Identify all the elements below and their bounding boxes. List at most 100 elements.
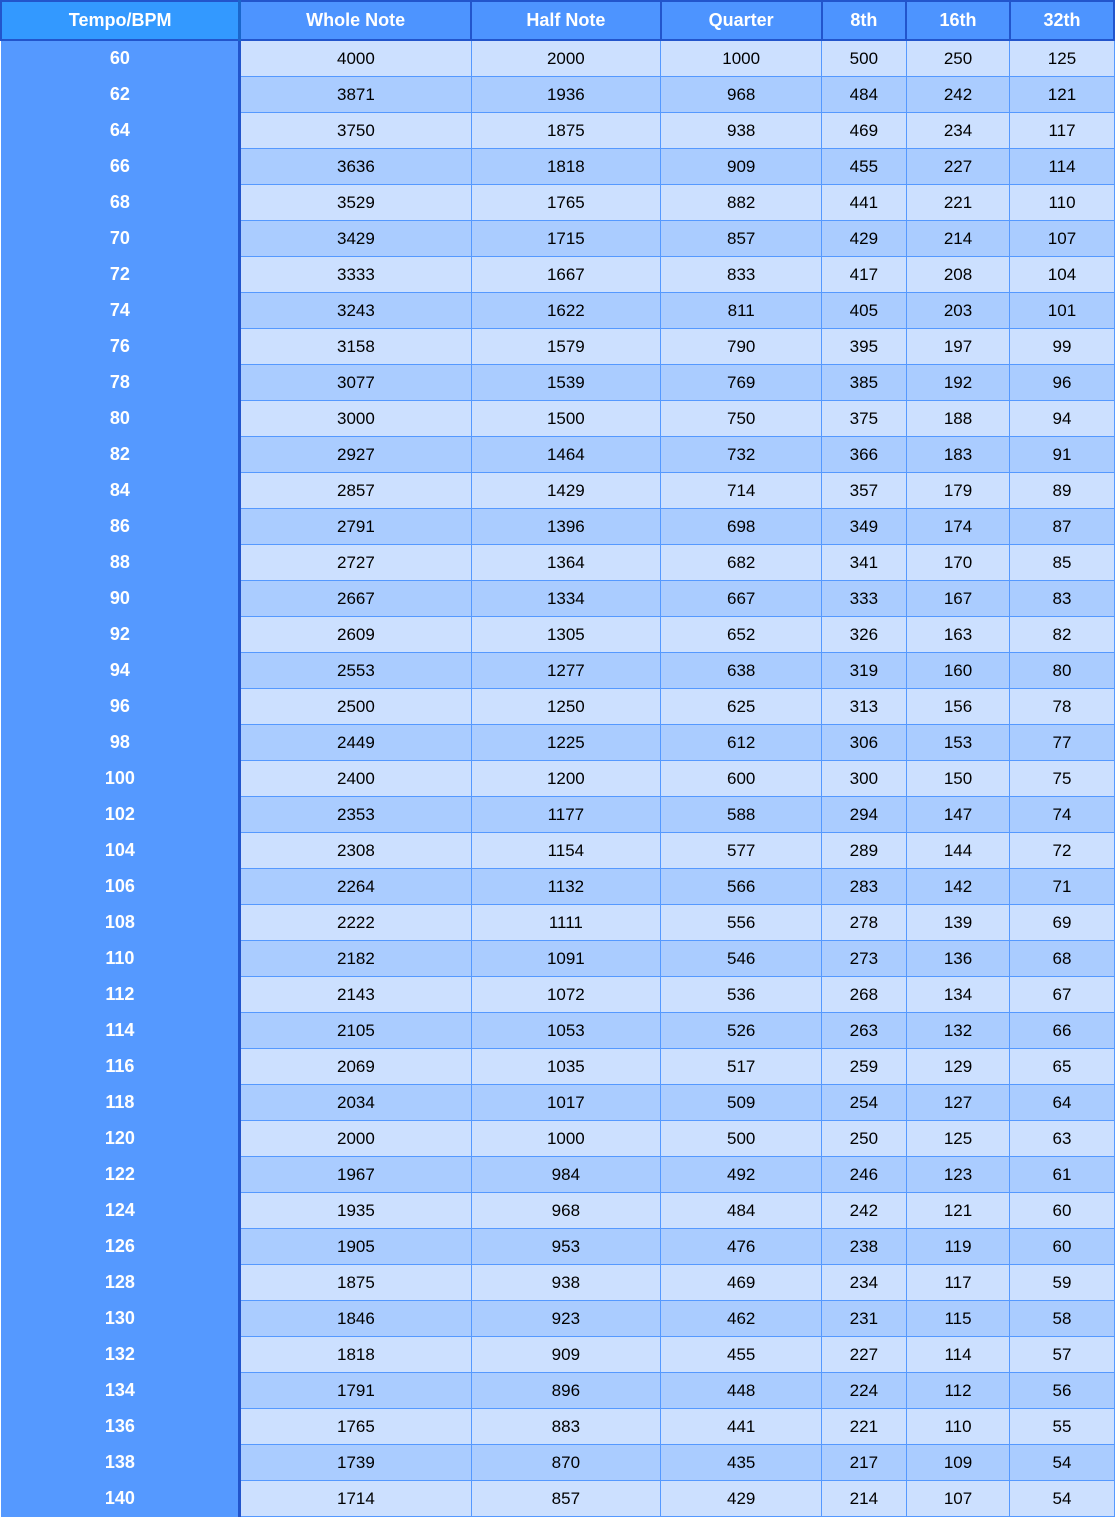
note-duration-value: 71 [1010, 869, 1114, 905]
note-duration-value: 129 [906, 1049, 1010, 1085]
note-duration-value: 750 [661, 401, 822, 437]
note-duration-value: 455 [822, 149, 906, 185]
note-duration-value: 231 [822, 1301, 906, 1337]
note-duration-value: 492 [661, 1157, 822, 1193]
note-duration-value: 1200 [471, 761, 661, 797]
note-duration-value: 1464 [471, 437, 661, 473]
tempo-value: 104 [1, 833, 240, 869]
note-duration-value: 638 [661, 653, 822, 689]
note-duration-value: 2609 [240, 617, 471, 653]
note-duration-value: 192 [906, 365, 1010, 401]
note-duration-value: 60 [1010, 1193, 1114, 1229]
note-duration-value: 66 [1010, 1013, 1114, 1049]
note-duration-value: 2264 [240, 869, 471, 905]
table-row: 1202000100050025012563 [1, 1121, 1114, 1157]
note-duration-value: 435 [661, 1445, 822, 1481]
note-duration-value: 163 [906, 617, 1010, 653]
note-duration-value: 214 [822, 1481, 906, 1517]
note-duration-value: 455 [661, 1337, 822, 1373]
note-duration-value: 882 [661, 185, 822, 221]
note-duration-value: 63 [1010, 1121, 1114, 1157]
table-row: 942553127763831916080 [1, 653, 1114, 689]
note-duration-value: 89 [1010, 473, 1114, 509]
note-duration-value: 64 [1010, 1085, 1114, 1121]
note-duration-value: 263 [822, 1013, 906, 1049]
note-duration-value: 968 [661, 77, 822, 113]
tempo-value: 134 [1, 1373, 240, 1409]
table-row: 803000150075037518894 [1, 401, 1114, 437]
note-duration-value: 60 [1010, 1229, 1114, 1265]
note-duration-value: 139 [906, 905, 1010, 941]
note-duration-value: 85 [1010, 545, 1114, 581]
note-duration-value: 208 [906, 257, 1010, 293]
note-duration-value: 1500 [471, 401, 661, 437]
note-duration-value: 174 [906, 509, 1010, 545]
table-row: 1102182109154627313668 [1, 941, 1114, 977]
note-duration-value: 1667 [471, 257, 661, 293]
note-duration-value: 1396 [471, 509, 661, 545]
tempo-value: 132 [1, 1337, 240, 1373]
table-row: 136176588344122111055 [1, 1409, 1114, 1445]
note-duration-value: 441 [822, 185, 906, 221]
tempo-value: 130 [1, 1301, 240, 1337]
note-duration-value: 1579 [471, 329, 661, 365]
note-duration-value: 234 [906, 113, 1010, 149]
note-duration-value: 74 [1010, 797, 1114, 833]
tempo-bpm-table: Tempo/BPMWhole NoteHalf NoteQuarter8th16… [0, 0, 1115, 1517]
table-row: 1042308115457728914472 [1, 833, 1114, 869]
note-duration-value: 1035 [471, 1049, 661, 1085]
tempo-value: 94 [1, 653, 240, 689]
table-row: 783077153976938519296 [1, 365, 1114, 401]
note-duration-value: 341 [822, 545, 906, 581]
note-duration-value: 242 [822, 1193, 906, 1229]
table-row: 1062264113256628314271 [1, 869, 1114, 905]
note-duration-value: 333 [822, 581, 906, 617]
note-duration-value: 1000 [661, 40, 822, 77]
note-duration-value: 1177 [471, 797, 661, 833]
note-duration-value: 811 [661, 293, 822, 329]
note-duration-value: 2000 [240, 1121, 471, 1157]
note-duration-value: 612 [661, 725, 822, 761]
note-duration-value: 1875 [240, 1265, 471, 1301]
table-row: 7233331667833417208104 [1, 257, 1114, 293]
note-duration-value: 3429 [240, 221, 471, 257]
table-row: 130184692346223111558 [1, 1301, 1114, 1337]
note-duration-value: 83 [1010, 581, 1114, 617]
tempo-value: 76 [1, 329, 240, 365]
note-duration-value: 1967 [240, 1157, 471, 1193]
table-row: 842857142971435717989 [1, 473, 1114, 509]
tempo-value: 124 [1, 1193, 240, 1229]
note-duration-value: 4000 [240, 40, 471, 77]
note-duration-value: 769 [661, 365, 822, 401]
note-duration-value: 2000 [471, 40, 661, 77]
note-duration-value: 55 [1010, 1409, 1114, 1445]
table-row: 1022353117758829414774 [1, 797, 1114, 833]
note-duration-value: 2034 [240, 1085, 471, 1121]
note-duration-value: 968 [471, 1193, 661, 1229]
tempo-value: 98 [1, 725, 240, 761]
tempo-value: 70 [1, 221, 240, 257]
note-duration-value: 94 [1010, 401, 1114, 437]
table-row: 902667133466733316783 [1, 581, 1114, 617]
note-duration-value: 1714 [240, 1481, 471, 1517]
note-duration-value: 3636 [240, 149, 471, 185]
note-duration-value: 1053 [471, 1013, 661, 1049]
note-duration-value: 2791 [240, 509, 471, 545]
note-duration-value: 221 [822, 1409, 906, 1445]
note-duration-value: 136 [906, 941, 1010, 977]
note-duration-value: 1277 [471, 653, 661, 689]
note-duration-value: 517 [661, 1049, 822, 1085]
note-duration-value: 250 [906, 40, 1010, 77]
note-duration-value: 57 [1010, 1337, 1114, 1373]
note-duration-value: 870 [471, 1445, 661, 1481]
note-duration-value: 300 [822, 761, 906, 797]
note-duration-value: 349 [822, 509, 906, 545]
note-duration-value: 509 [661, 1085, 822, 1121]
note-duration-value: 78 [1010, 689, 1114, 725]
table-row: 1122143107253626813467 [1, 977, 1114, 1013]
note-duration-value: 117 [1010, 113, 1114, 149]
note-duration-value: 3529 [240, 185, 471, 221]
table-row: 1162069103551725912965 [1, 1049, 1114, 1085]
note-duration-value: 91 [1010, 437, 1114, 473]
note-duration-value: 375 [822, 401, 906, 437]
